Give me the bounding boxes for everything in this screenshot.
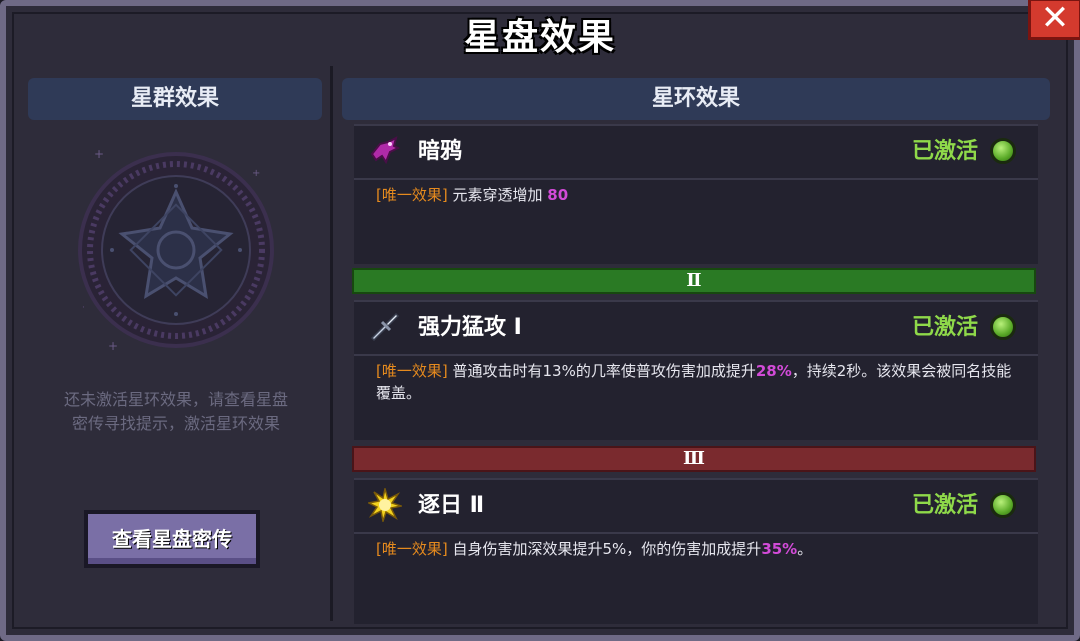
svg-text:+: + [94, 147, 104, 161]
svg-text:+: + [252, 168, 260, 179]
view-star-chart-lore-button[interactable]: 查看星盘密传 [84, 510, 260, 568]
effect-name: 强力猛攻 Ⅰ [418, 315, 522, 340]
effect-header: 逐日 Ⅱ 已激活 [354, 480, 1038, 534]
active-indicator-icon [990, 492, 1016, 518]
panel-divider [330, 66, 333, 621]
effect-header: 暗鸦 已激活 [354, 126, 1038, 180]
tier-3-divider: Ⅲ [352, 446, 1036, 472]
sun-icon [368, 488, 402, 522]
window-title: 星盘效果 [463, 17, 616, 58]
desc-value: 28% [755, 362, 792, 380]
activation-hint: 还未激活星环效果，请查看星盘 密传寻找提示，激活星环效果 [22, 388, 330, 436]
star-ring-panel: 星环效果 暗鸦 已激活 [唯一效果] 元素穿透增加 80 Ⅱ 强力猛攻 Ⅰ 已激… [340, 70, 1052, 624]
effect-description: [唯一效果] 自身伤害加深效果提升5%，你的伤害加成提升35%。 [376, 538, 1024, 560]
desc-value: 80 [547, 186, 569, 204]
effect-card-chasing-sun: 逐日 Ⅱ 已激活 [唯一效果] 自身伤害加深效果提升5%，你的伤害加成提升35%… [354, 478, 1038, 624]
desc-value: 35% [761, 540, 798, 558]
active-indicator-icon [990, 314, 1016, 340]
desc-text: 普通攻击时有13%的几率使普攻伤害加成提升 [452, 362, 756, 380]
effects-list[interactable]: 暗鸦 已激活 [唯一效果] 元素穿透增加 80 Ⅱ 强力猛攻 Ⅰ 已激活 [唯一… [352, 124, 1038, 624]
unique-effect-tag: [唯一效果] [376, 540, 448, 558]
effect-name: 逐日 Ⅱ [418, 493, 485, 518]
close-button[interactable]: ✕ [1028, 0, 1080, 40]
effect-description: [唯一效果] 元素穿透增加 80 [376, 184, 1024, 206]
effect-description: [唯一效果] 普通攻击时有13%的几率使普攻伤害加成提升28%，持续2秒。该效果… [376, 360, 1024, 404]
effect-status: 已激活 [911, 139, 978, 164]
hint-line-2: 密传寻找提示，激活星环效果 [71, 414, 280, 433]
hint-line-1: 还未激活星环效果，请查看星盘 [63, 390, 288, 409]
active-indicator-icon [990, 138, 1016, 164]
constellation-header: 星群效果 [28, 78, 322, 120]
star-wheel-icon: + + · + [78, 147, 274, 353]
unique-effect-tag: [唯一效果] [376, 362, 448, 380]
effect-name: 暗鸦 [418, 139, 463, 164]
sword-icon [370, 312, 400, 342]
effect-status: 已激活 [911, 315, 978, 340]
star-ring-header: 星环效果 [342, 78, 1050, 120]
effect-status: 已激活 [911, 493, 978, 518]
constellation-panel: 星群效果 + + · + 还未激活星环效果，请查看星盘 密传寻找提示，激活星环效… [22, 70, 330, 622]
svg-text:+: + [108, 339, 118, 353]
tier-2-divider: Ⅱ [352, 268, 1036, 294]
effect-card-power-assault: 强力猛攻 Ⅰ 已激活 [唯一效果] 普通攻击时有13%的几率使普攻伤害加成提升2… [354, 300, 1038, 440]
svg-text:·: · [82, 303, 85, 313]
raven-icon [370, 136, 401, 165]
effect-header: 强力猛攻 Ⅰ 已激活 [354, 302, 1038, 356]
desc-text: 元素穿透增加 [452, 186, 543, 204]
desc-text: 自身伤害加深效果提升5%，你的伤害加成提升 [452, 540, 762, 558]
unique-effect-tag: [唯一效果] [376, 186, 448, 204]
desc-text-after: 。 [797, 540, 813, 558]
effect-card-raven: 暗鸦 已激活 [唯一效果] 元素穿透增加 80 [354, 124, 1038, 264]
